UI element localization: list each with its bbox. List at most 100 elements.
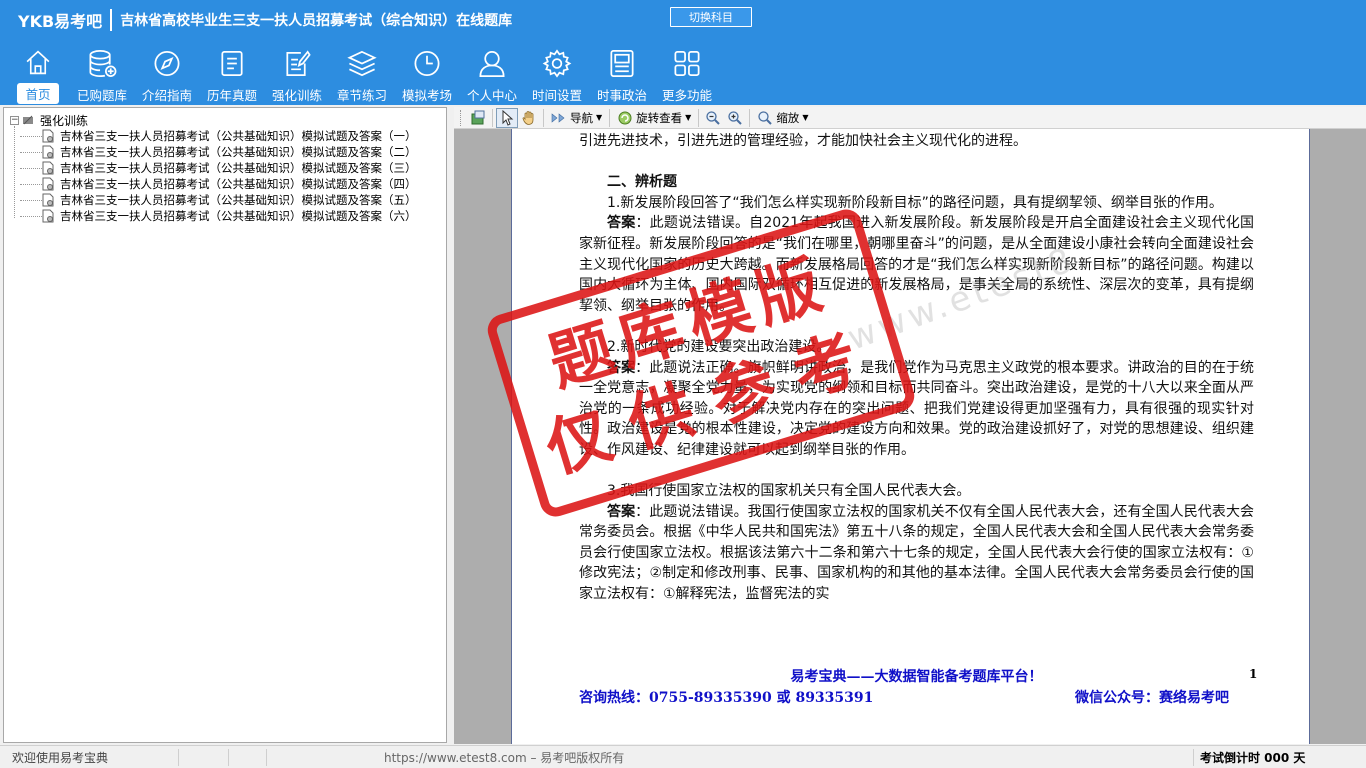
app-title: 吉林省高校毕业生三支一扶人员招募考试（综合知识）在线题库 <box>120 13 513 29</box>
magnifier-icon <box>758 110 773 125</box>
rotate-view-dropdown[interactable]: 旋转查看 ▼ <box>613 108 695 128</box>
question-tree-panel: − 强化训练 吉林省三支一扶人员招募考试（公共基础知识）模拟试题及答案（一） 吉… <box>3 107 447 743</box>
wechat-text: 微信公众号：赛络易考吧 <box>1075 690 1229 706</box>
nav-purchased-banks[interactable]: 已购题库 <box>72 48 132 104</box>
tree-guide-line <box>14 126 15 218</box>
hand-icon <box>522 110 534 125</box>
nav-past-exams-label: 历年真题 <box>206 88 257 103</box>
app-logo: YKB易考吧 <box>18 12 103 31</box>
document-icon <box>42 145 54 159</box>
copyright-text: https://www.etest8.com – 易考吧版权所有 <box>384 751 625 765</box>
database-icon <box>89 50 117 77</box>
nav-guide-label: 介绍指南 <box>141 88 192 103</box>
question-3: 3.我国行使国家立法权的国家机关只有全国人民代表大会。 <box>607 483 971 500</box>
gear-icon <box>542 49 572 78</box>
page-number: 1 <box>1249 667 1258 681</box>
zoom-label: 缩放 <box>776 110 800 125</box>
nav-time-settings-label: 时间设置 <box>531 88 582 103</box>
exam-countdown: 考试倒计时 000 天 <box>1200 751 1306 765</box>
zoom-dropdown[interactable]: 缩放 ▼ <box>753 108 812 128</box>
nav-more-label: 更多功能 <box>661 88 712 103</box>
home-icon <box>26 50 50 75</box>
zoom-in-icon <box>728 110 743 125</box>
viewer-toolbar: 导航 ▼ 旋转查看 ▼ 缩放 ▼ <box>454 107 1366 129</box>
save-icon <box>471 110 485 124</box>
zoom-in-button[interactable] <box>724 108 746 128</box>
zoom-out-icon <box>706 110 721 125</box>
nav-home-label: 首页 <box>17 83 59 104</box>
document-icon <box>42 177 54 191</box>
nav-home[interactable]: 首页 <box>8 48 68 104</box>
tree-item-exam-1[interactable]: 吉林省三支一扶人员招募考试（公共基础知识）模拟试题及答案（一） <box>20 128 417 144</box>
chevron-down-icon: ▼ <box>685 113 692 122</box>
tree-item-exam-2[interactable]: 吉林省三支一扶人员招募考试（公共基础知识）模拟试题及答案（二） <box>20 144 417 160</box>
nav-guide[interactable]: 介绍指南 <box>137 48 197 104</box>
tree-item-exam-6[interactable]: 吉林省三支一扶人员招募考试（公共基础知识）模拟试题及答案（六） <box>20 208 417 224</box>
footer-contact: 咨询热线：0755-89335390 或 89335391 微信公众号：赛络易考… <box>579 687 1229 707</box>
tree-item-label: 吉林省三支一扶人员招募考试（公共基础知识）模拟试题及答案（二） <box>60 145 417 159</box>
nav-current-affairs-label: 时事政治 <box>596 88 647 103</box>
document-icon <box>42 193 54 207</box>
nav-time-settings[interactable]: 时间设置 <box>527 48 587 104</box>
nav-chapter-label: 章节练习 <box>336 88 387 103</box>
tree-item-label: 吉林省三支一扶人员招募考试（公共基础知识）模拟试题及答案（四） <box>60 177 417 191</box>
hand-tool-button[interactable] <box>518 108 540 128</box>
grid-icon <box>674 51 700 76</box>
answer-label: 答案 <box>607 215 636 232</box>
tree-root-label: 强化训练 <box>40 113 89 128</box>
edit-doc-icon <box>286 50 311 76</box>
user-icon <box>479 51 505 77</box>
document-icon <box>42 129 54 143</box>
hotline-text: 咨询热线：0755-89335390 或 89335391 <box>579 690 874 706</box>
nav-chapter-practice[interactable]: 章节练习 <box>332 48 392 104</box>
nav-purchased-label: 已购题库 <box>76 88 127 103</box>
main-nav-toolbar: 首页 已购题库 介绍指南 历年真题 强化训练 章节练习 模拟考场 个人中心 时间… <box>0 40 1366 105</box>
rotate-view-label: 旋转查看 <box>636 110 683 125</box>
nav-personal-label: 个人中心 <box>466 88 517 103</box>
nav-intensive-label: 强化训练 <box>271 88 322 103</box>
tree-item-label: 吉林省三支一扶人员招募考试（公共基础知识）模拟试题及答案（五） <box>60 193 417 207</box>
tree-item-label: 吉林省三支一扶人员招募考试（公共基础知识）模拟试题及答案（六） <box>60 209 417 223</box>
chevron-down-icon: ▼ <box>596 113 603 122</box>
nav-mock-exam[interactable]: 模拟考场 <box>397 48 457 104</box>
clock-icon <box>414 51 440 76</box>
nav-past-exams[interactable]: 历年真题 <box>202 48 262 104</box>
compass-icon <box>154 51 180 76</box>
tree-item-exam-3[interactable]: 吉林省三支一扶人员招募考试（公共基础知识）模拟试题及答案（三） <box>20 160 417 176</box>
answer-3: 答案：此题说法错误。我国行使国家立法权的国家机关不仅有全国人民代表大会，还有全国… <box>579 503 1255 603</box>
nav-mock-exam-label: 模拟考场 <box>401 88 452 103</box>
toolbar-grip <box>460 109 464 126</box>
switch-subject-button[interactable]: 切换科目 <box>670 7 752 27</box>
tree-item-exam-4[interactable]: 吉林省三支一扶人员招募考试（公共基础知识）模拟试题及答案（四） <box>20 176 417 192</box>
save-button[interactable] <box>467 108 489 128</box>
nav-current-affairs[interactable]: 时事政治 <box>592 48 652 104</box>
navigation-dropdown[interactable]: 导航 ▼ <box>547 108 606 128</box>
nav-more-functions[interactable]: 更多功能 <box>657 48 717 104</box>
nav-intensive-training[interactable]: 强化训练 <box>267 48 327 104</box>
rotate-icon <box>618 111 632 124</box>
document-icon <box>42 161 54 175</box>
news-icon <box>610 50 634 77</box>
status-bar: 欢迎使用易考宝典 https://www.etest8.com – 易考吧版权所… <box>0 745 1366 768</box>
title-divider <box>110 9 113 31</box>
nav-personal-center[interactable]: 个人中心 <box>462 48 522 104</box>
tree-item-exam-5[interactable]: 吉林省三支一扶人员招募考试（公共基础知识）模拟试题及答案（五） <box>20 192 417 208</box>
section-heading: 二、辨析题 <box>607 174 677 191</box>
paragraph: 引进先进技术，引进先进的管理经验，才能加快社会主义现代化的进程。 <box>579 133 1027 149</box>
tree-item-label: 吉林省三支一扶人员招募考试（公共基础知识）模拟试题及答案（三） <box>60 161 417 175</box>
cursor-arrow-icon <box>502 109 514 126</box>
select-tool-button[interactable] <box>496 107 518 128</box>
tree-root-intensive-training[interactable]: − 强化训练 <box>10 112 88 128</box>
double-arrow-icon <box>551 112 565 123</box>
footer-slogan: 易考宝典——大数据智能备考题库平台！ <box>790 669 1043 685</box>
layers-icon <box>347 50 377 77</box>
welcome-text: 欢迎使用易考宝典 <box>12 751 109 765</box>
tree-collapse-toggle[interactable]: − <box>10 115 19 125</box>
title-bar: YKB易考吧 吉林省高校毕业生三支一扶人员招募考试（综合知识）在线题库 切换科目 <box>0 0 1366 40</box>
navigation-label: 导航 <box>570 110 593 125</box>
tree-item-label: 吉林省三支一扶人员招募考试（公共基础知识）模拟试题及答案（一） <box>60 129 417 143</box>
chevron-down-icon: ▼ <box>802 113 809 122</box>
list-doc-icon <box>221 51 243 76</box>
zoom-out-button[interactable] <box>702 108 724 128</box>
answer-label: 答案 <box>607 503 636 520</box>
